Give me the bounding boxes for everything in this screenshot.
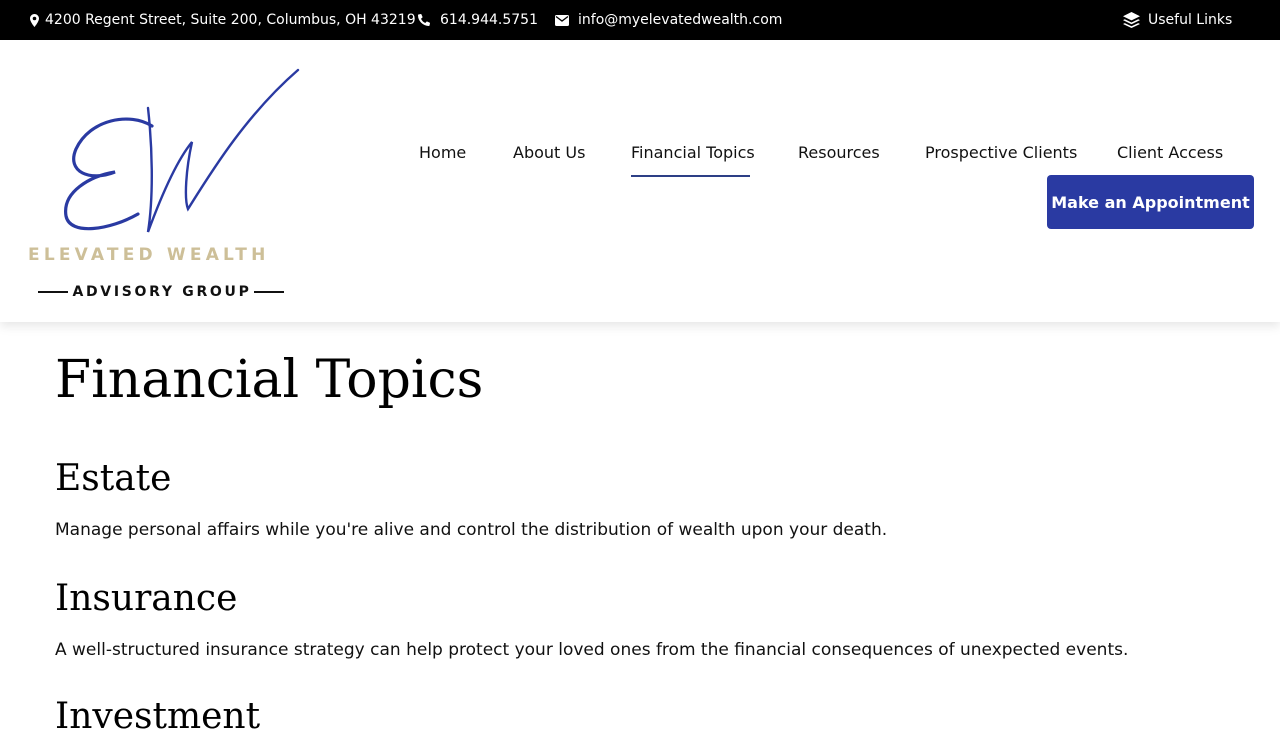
address-text: 4200 Regent Street, Suite 200, Columbus,…	[45, 12, 416, 28]
phone-item[interactable]: 614.944.5751	[418, 0, 538, 40]
map-marker-icon	[30, 13, 39, 27]
nav-about-us[interactable]: About Us	[513, 143, 585, 162]
nav-client-access[interactable]: Client Access	[1117, 143, 1223, 162]
nav-financial-topics[interactable]: Financial Topics	[631, 143, 755, 162]
nav-active-underline	[631, 175, 750, 177]
email-text: info@myelevatedwealth.com	[578, 12, 783, 28]
email-item[interactable]: info@myelevatedwealth.com	[555, 0, 782, 40]
top-contact-bar: 4200 Regent Street, Suite 200, Columbus,…	[0, 0, 1280, 40]
logo-tagline: ADVISORY GROUP	[28, 282, 294, 302]
logo-text-advisory-group: ADVISORY GROUP	[72, 284, 252, 300]
envelope-icon	[555, 14, 569, 26]
useful-links-item[interactable]: Useful Links	[1123, 0, 1232, 40]
make-appointment-button[interactable]: Make an Appointment	[1047, 175, 1254, 229]
section-title-investment[interactable]: Investment	[55, 697, 260, 737]
useful-links-text: Useful Links	[1148, 12, 1233, 28]
nav-prospective-clients[interactable]: Prospective Clients	[925, 143, 1077, 162]
nav-resources[interactable]: Resources	[798, 143, 880, 162]
phone-icon	[418, 14, 430, 26]
address-item[interactable]: 4200 Regent Street, Suite 200, Columbus,…	[30, 0, 416, 40]
phone-text: 614.944.5751	[440, 12, 538, 28]
logo-rule-left	[38, 291, 69, 293]
logo-rule-right	[253, 291, 284, 293]
section-desc-estate: Manage personal affairs while you're ali…	[55, 520, 888, 540]
section-desc-insurance: A well-structured insurance strategy can…	[55, 640, 1129, 660]
nav-home[interactable]: Home	[419, 143, 466, 162]
page-title: Financial Topics	[55, 350, 484, 410]
logo-text-elevated-wealth: ELEVATED WEALTH	[28, 245, 270, 265]
site-header: ELEVATED WEALTH ADVISORY GROUP Home Abou…	[0, 40, 1280, 322]
layers-icon	[1123, 12, 1140, 28]
section-title-estate[interactable]: Estate	[55, 459, 171, 499]
section-title-insurance[interactable]: Insurance	[55, 579, 237, 619]
logo-monogram-icon	[64, 68, 300, 233]
logo[interactable]: ELEVATED WEALTH ADVISORY GROUP	[28, 64, 300, 302]
